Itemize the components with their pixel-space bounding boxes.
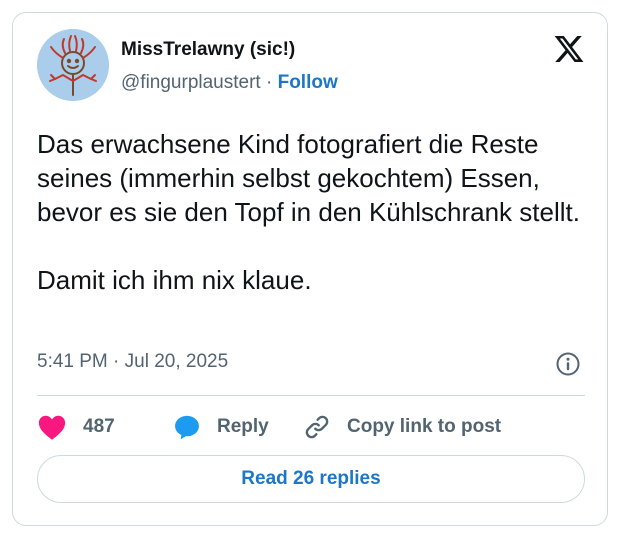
like-button[interactable]: 487	[37, 413, 115, 441]
x-logo-icon[interactable]	[553, 33, 585, 65]
divider	[37, 395, 585, 396]
meta-separator: ·	[113, 351, 120, 372]
post-time: 5:41 PM	[37, 351, 108, 372]
handle-separator: ·	[265, 72, 273, 93]
author-handle-row: @fingurplaustert · Follow	[121, 72, 338, 94]
heart-icon	[38, 415, 66, 440]
post-date: Jul 20, 2025	[124, 351, 229, 372]
action-bar: 487 Reply Copy link to post	[37, 413, 585, 441]
post-paragraph: Das erwachsene Kind fotografiert die Res…	[37, 129, 580, 227]
copy-link-button[interactable]: Copy link to post	[303, 413, 501, 441]
read-replies-button[interactable]: Read 26 replies	[37, 455, 585, 503]
embedded-post-card: MissTrelawny (sic!) @fingurplaustert · F…	[12, 12, 608, 526]
follow-button[interactable]: Follow	[278, 72, 338, 93]
link-icon	[305, 415, 329, 439]
reply-button[interactable]: Reply	[173, 413, 269, 441]
post-paragraph: Damit ich ihm nix klaue.	[37, 265, 312, 295]
post-timestamp[interactable]: 5:41 PM · Jul 20, 2025	[37, 351, 228, 373]
doodle-face-icon	[37, 29, 109, 101]
info-icon[interactable]	[555, 351, 581, 377]
post-text: Das erwachsene Kind fotografiert die Res…	[37, 127, 597, 297]
copy-link-label: Copy link to post	[347, 416, 502, 437]
author-display-name[interactable]: MissTrelawny (sic!)	[121, 39, 295, 61]
reply-label: Reply	[217, 416, 269, 437]
reply-bubble-icon	[175, 415, 199, 440]
author-handle[interactable]: @fingurplaustert	[121, 72, 261, 93]
author-avatar[interactable]	[37, 29, 109, 101]
like-count: 487	[83, 416, 115, 437]
